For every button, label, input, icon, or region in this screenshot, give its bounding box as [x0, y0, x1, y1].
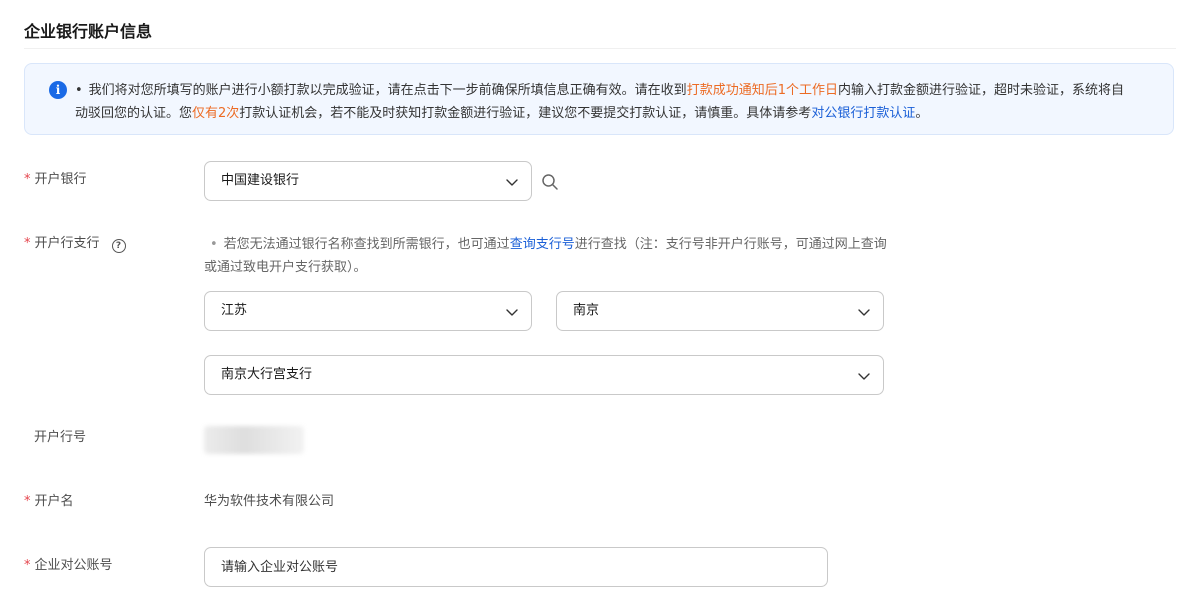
notice-highlight-attempts: 仅有2次: [192, 106, 240, 121]
query-branch-number-link[interactable]: 查询支行号: [510, 237, 575, 252]
bank-select[interactable]: 中国建设银行: [204, 161, 532, 201]
account-number-label-text: 企业对公账号: [34, 558, 113, 573]
notice-text-1: 我们将对您所填写的账户进行小额打款以完成验证，请在点击下一步前确保所填信息正确有…: [88, 83, 687, 98]
branch-label: * 开户行支行?: [24, 234, 126, 254]
branch-label-text: 开户行支行: [34, 236, 100, 251]
city-select[interactable]: 南京: [556, 291, 884, 331]
bank-label: * 开户银行: [24, 170, 87, 190]
province-select-value: 江苏: [221, 303, 248, 318]
section-title: 企业银行账户信息: [24, 22, 153, 41]
account-name-value: 华为软件技术有限公司: [204, 494, 335, 509]
chevron-down-icon: [858, 373, 870, 380]
bank-select-value: 中国建设银行: [221, 173, 300, 188]
help-icon[interactable]: ?: [111, 239, 126, 253]
verification-notice: i • 我们将对您所填写的账户进行小额打款以完成验证，请在点击下一步前确保所填信息…: [24, 63, 1174, 135]
bank-account-info-page: 企业银行账户信息 i • 我们将对您所填写的账户进行小额打款以完成验证，请在点击下…: [0, 0, 1200, 600]
notice-bullet: •: [75, 83, 83, 98]
branch-hint: • 若您无法通过银行名称查找到所需银行，也可通过查询支行号进行查找（注：支行号非开…: [204, 233, 894, 279]
account-number-input[interactable]: [204, 547, 828, 587]
branch-select-value: 南京大行宫支行: [221, 367, 313, 382]
required-mark: *: [24, 172, 31, 187]
notice-reference-link[interactable]: 对公银行打款认证: [811, 106, 915, 121]
notice-text-4: 。: [915, 106, 929, 121]
notice-text-3: 打款认证机会，若不能及时获知打款金额进行验证，建议您不要提交打款认证，请慎重。具…: [239, 106, 812, 121]
account-name-label: * 开户名: [24, 492, 74, 512]
city-select-value: 南京: [573, 303, 600, 318]
province-select[interactable]: 江苏: [204, 291, 532, 331]
search-icon[interactable]: [540, 172, 560, 192]
hint-text-1: 若您无法通过银行名称查找到所需银行，也可通过: [223, 237, 510, 252]
info-icon: i: [49, 81, 67, 99]
chevron-down-icon: [858, 309, 870, 316]
bank-number-label: 开户行号: [34, 430, 87, 445]
title-divider: [24, 48, 1176, 49]
required-mark: *: [24, 494, 31, 509]
bank-label-text: 开户银行: [34, 172, 87, 187]
branch-select[interactable]: 南京大行宫支行: [204, 355, 884, 395]
notice-highlight-deadline: 打款成功通知后1个工作日: [686, 83, 838, 98]
required-mark: *: [24, 558, 31, 573]
chevron-down-icon: [506, 309, 518, 316]
hint-bullet: •: [210, 237, 218, 252]
account-name-label-text: 开户名: [34, 494, 74, 509]
account-number-label: * 企业对公账号: [24, 556, 113, 576]
bank-number-value-redacted: [204, 426, 304, 454]
required-mark: *: [24, 236, 31, 251]
chevron-down-icon: [506, 179, 518, 186]
